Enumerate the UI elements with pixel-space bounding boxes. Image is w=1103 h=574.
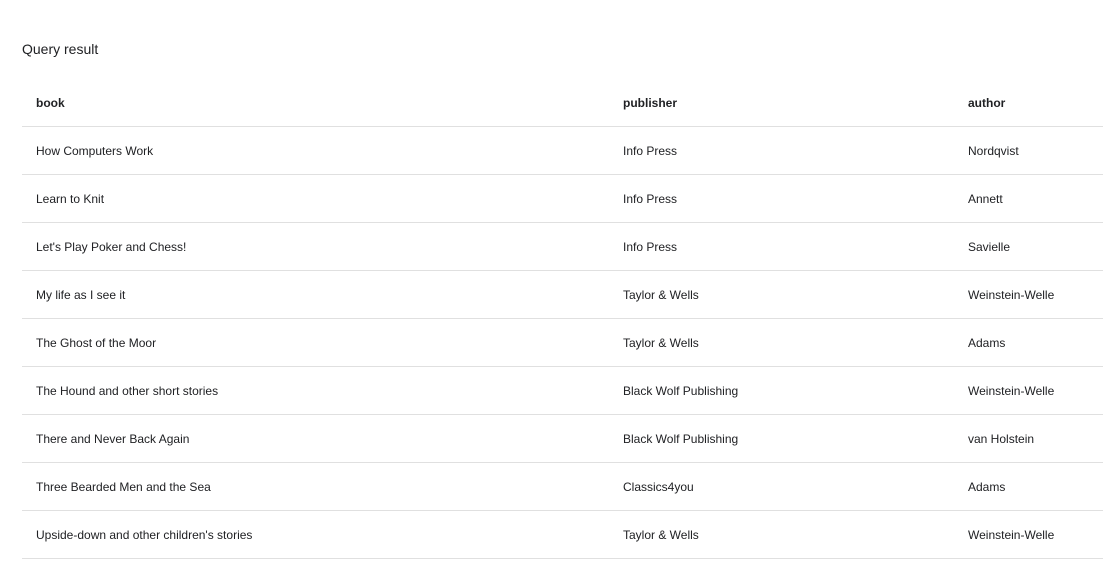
table-row: My life as I see it Taylor & Wells Weins… bbox=[22, 270, 1103, 319]
cell-publisher: Taylor & Wells bbox=[609, 510, 954, 559]
column-header-author: author bbox=[954, 79, 1103, 127]
cell-publisher: Black Wolf Publishing bbox=[609, 366, 954, 415]
cell-book: Learn to Knit bbox=[22, 174, 609, 223]
table-row: Learn to Knit Info Press Annett bbox=[22, 174, 1103, 223]
cell-publisher: Info Press bbox=[609, 174, 954, 223]
cell-author: Savielle bbox=[954, 222, 1103, 271]
table-row: The Hound and other short stories Black … bbox=[22, 366, 1103, 415]
table-row: There and Never Back Again Black Wolf Pu… bbox=[22, 414, 1103, 463]
table-row: Let's Play Poker and Chess! Info Press S… bbox=[22, 222, 1103, 271]
table-header-row: book publisher author bbox=[22, 79, 1103, 127]
cell-author: Weinstein-Welle bbox=[954, 510, 1103, 559]
page-title: Query result bbox=[22, 41, 99, 57]
cell-author: Weinstein-Welle bbox=[954, 270, 1103, 319]
cell-book: The Hound and other short stories bbox=[22, 366, 609, 415]
cell-book: Three Bearded Men and the Sea bbox=[22, 462, 609, 511]
cell-author: Adams bbox=[954, 462, 1103, 511]
query-result-panel: Query result book publisher author How C… bbox=[22, 0, 1103, 574]
column-header-book: book bbox=[22, 79, 609, 127]
table-row: How Computers Work Info Press Nordqvist bbox=[22, 126, 1103, 175]
cell-publisher: Taylor & Wells bbox=[609, 318, 954, 367]
cell-book: Let's Play Poker and Chess! bbox=[22, 222, 609, 271]
cell-publisher: Classics4you bbox=[609, 462, 954, 511]
cell-book: There and Never Back Again bbox=[22, 414, 609, 463]
cell-book: My life as I see it bbox=[22, 270, 609, 319]
cell-book: The Ghost of the Moor bbox=[22, 318, 609, 367]
table-row: Upside-down and other children's stories… bbox=[22, 510, 1103, 559]
cell-author: Weinstein-Welle bbox=[954, 366, 1103, 415]
cell-book: Upside-down and other children's stories bbox=[22, 510, 609, 559]
cell-author: van Holstein bbox=[954, 414, 1103, 463]
cell-book: How Computers Work bbox=[22, 126, 609, 175]
cell-author: Annett bbox=[954, 174, 1103, 223]
table-row: Three Bearded Men and the Sea Classics4y… bbox=[22, 462, 1103, 511]
table-row: The Ghost of the Moor Taylor & Wells Ada… bbox=[22, 318, 1103, 367]
cell-publisher: Info Press bbox=[609, 222, 954, 271]
cell-author: Adams bbox=[954, 318, 1103, 367]
cell-publisher: Info Press bbox=[609, 126, 954, 175]
column-header-publisher: publisher bbox=[609, 79, 954, 127]
cell-publisher: Taylor & Wells bbox=[609, 270, 954, 319]
cell-publisher: Black Wolf Publishing bbox=[609, 414, 954, 463]
result-table: book publisher author How Computers Work… bbox=[22, 79, 1103, 559]
cell-author: Nordqvist bbox=[954, 126, 1103, 175]
